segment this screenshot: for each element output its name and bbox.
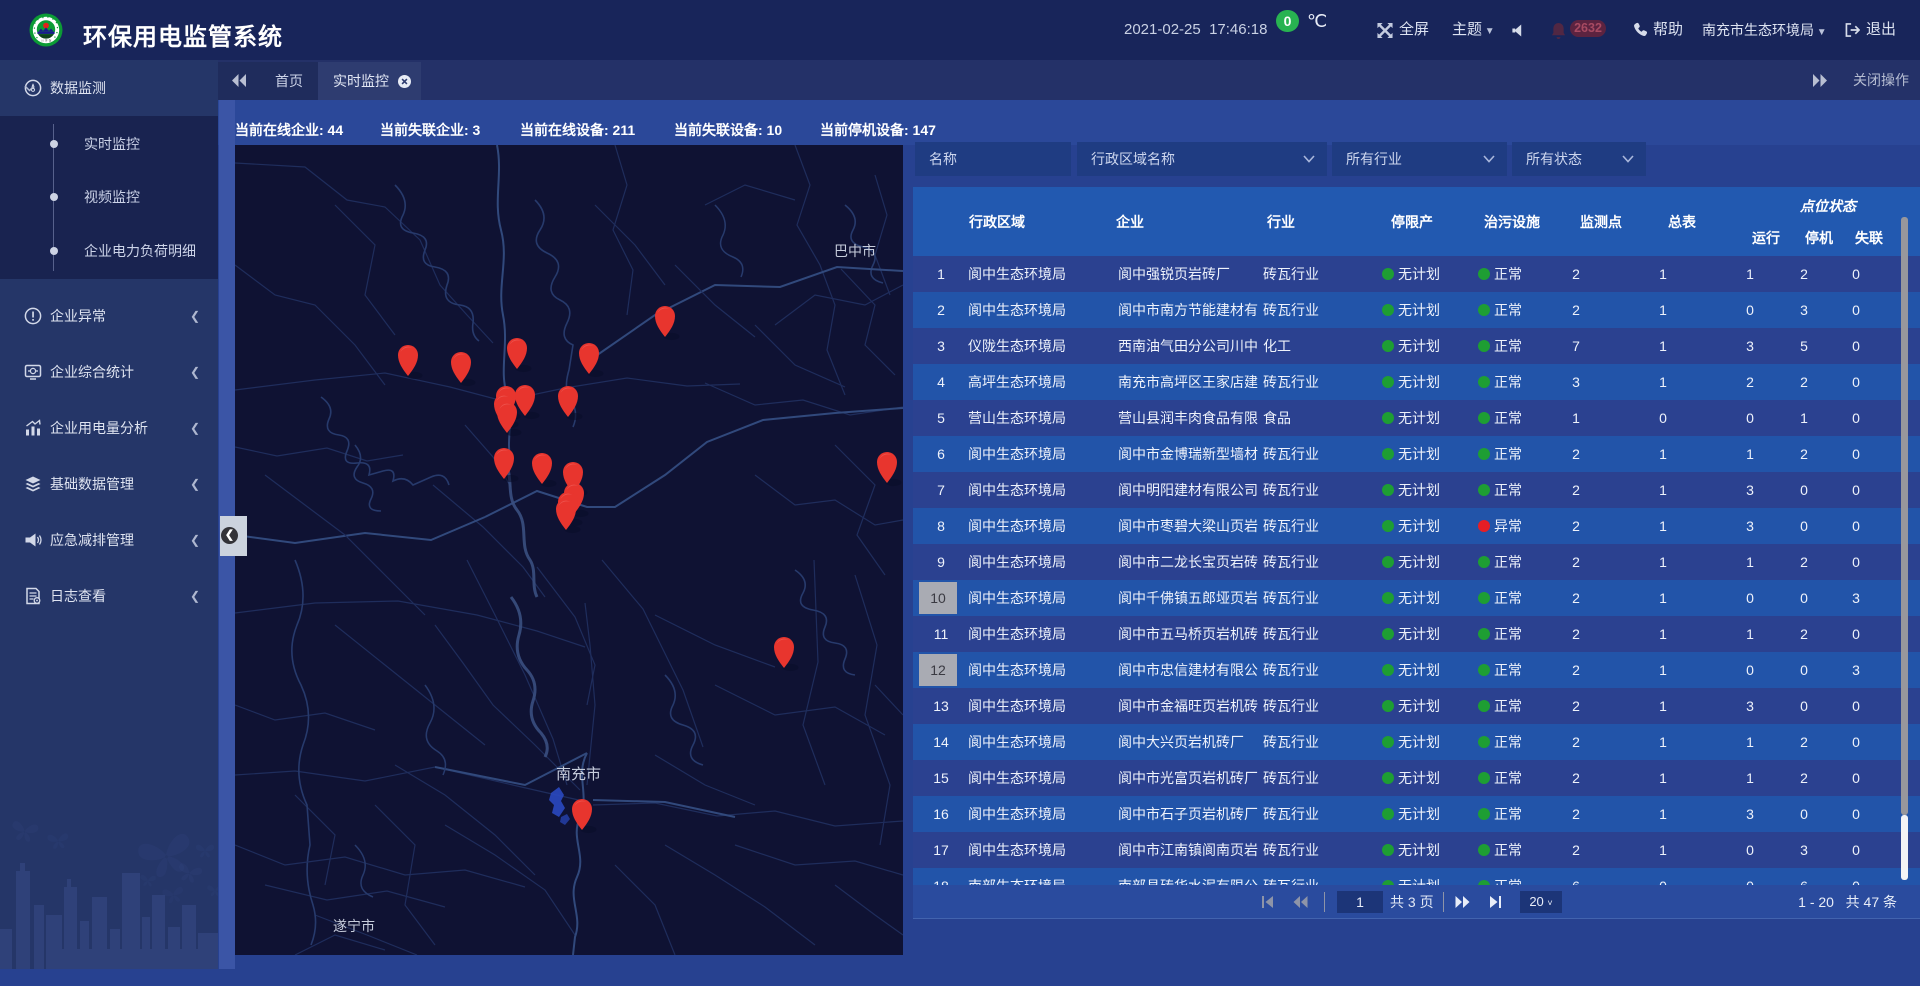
svg-text:●: ● <box>37 18 39 22</box>
svg-text:环: 环 <box>45 40 48 43</box>
svg-text:●: ● <box>47 15 49 19</box>
svg-text:巴中市: 巴中市 <box>834 243 876 259</box>
svg-text:●: ● <box>56 31 58 35</box>
svg-text:南充市: 南充市 <box>556 766 601 783</box>
svg-text:●: ● <box>34 21 36 25</box>
svg-text:●: ● <box>42 16 44 20</box>
svg-text:川: 川 <box>41 39 44 43</box>
svg-text:●: ● <box>36 36 38 40</box>
svg-text:保: 保 <box>49 39 52 43</box>
svg-text:●: ● <box>56 21 58 25</box>
svg-text:●: ● <box>34 26 36 30</box>
svg-text:●: ● <box>57 26 59 30</box>
svg-text:●: ● <box>52 17 54 21</box>
svg-text:遂宁市: 遂宁市 <box>333 918 375 934</box>
svg-text:●: ● <box>34 31 36 35</box>
svg-text:●: ● <box>54 35 56 39</box>
